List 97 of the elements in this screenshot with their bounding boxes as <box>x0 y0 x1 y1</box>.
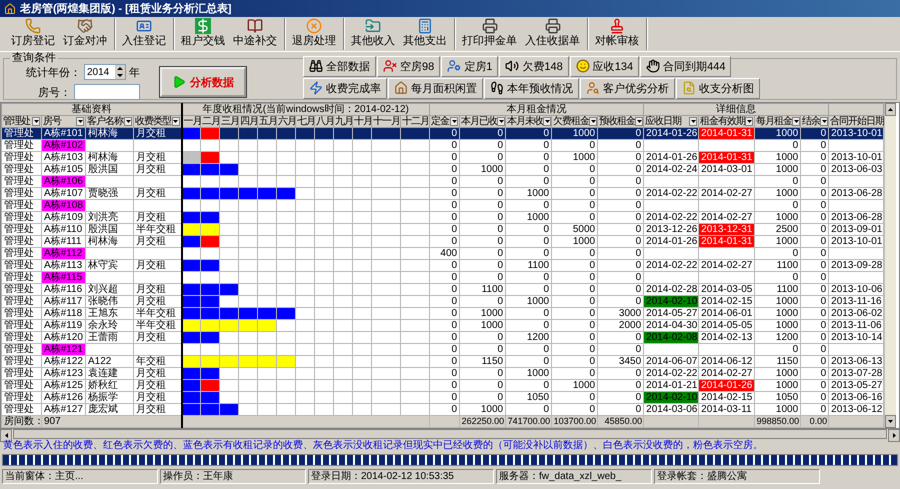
toolbar-button[interactable]: 入住登记 <box>118 18 170 50</box>
table-cell: 2014-02-10 <box>644 296 699 308</box>
group-header: 详细信息 <box>644 104 829 116</box>
totals-cell: 998850.00 <box>754 416 801 428</box>
table-cell: A栋#121 <box>42 344 86 356</box>
table-cell: A栋#102 <box>42 140 86 152</box>
filter-button[interactable]: 欠费148 <box>499 56 569 76</box>
column-label: 应收日期 <box>645 116 682 127</box>
group-header: 年度收租情况(当前windows时间：2014-02-12) <box>182 104 430 116</box>
toolbar-button[interactable]: 订金对冲 <box>59 18 111 50</box>
group-header: 基础资料 <box>2 104 182 116</box>
table-row[interactable]: 管理处 A栋#113 林守宾 月交租 0 0 1100 0 0 2014-02-22 2014-02-27 1100 0 2013-09-28 <box>2 260 884 272</box>
table-row[interactable]: 管理处 A栋#123 袁连建 月交租 0 0 1000 0 0 2014-02-22 2014-02-27 1000 0 2013-07-28 <box>2 368 884 380</box>
toolbar-button[interactable]: 对帐审核 <box>591 18 643 50</box>
column-label: 租金有效期 <box>700 116 746 127</box>
table-row[interactable]: 管理处 A栋#126 杨振学 月交租 0 0 1050 0 0 2014-02-10 2014-02-15 1050 0 2013-06-16 <box>2 392 884 404</box>
window-title: 老房管(两煌集团版) - [租赁业务分析汇总表] <box>20 2 232 16</box>
color-legend-text: 黄色表示入住的收费、红色表示欠费的、蓝色表示有收租记录的收费、灰色表示没收租记录但现实中已经收费的（可能没补以前数据）、白色表示没收费的，粉色表示空房。 <box>2 440 764 452</box>
table-cell: 2014-01-26 <box>698 380 755 392</box>
table-cell: 2014-01-31 <box>698 236 755 248</box>
filter-button[interactable]: 定房1 <box>441 56 498 76</box>
totals-cell: 45850.00 <box>598 416 644 428</box>
table-row[interactable]: 管理处 A栋#108 0 0 0 0 0 0 0 <box>2 200 884 212</box>
status-pane: 登录日期：2014-02-12 10:53:35 <box>308 469 494 484</box>
filter-button[interactable]: 应收134 <box>570 56 640 76</box>
table-row[interactable]: 管理处 A栋#106 0 0 0 0 0 0 0 <box>2 176 884 188</box>
totals-label: 房间数： <box>2 416 42 428</box>
column-label: 欠费租金 <box>553 116 590 127</box>
filter-button[interactable]: 合同到期444 <box>640 56 732 76</box>
column-label: 本月未收 <box>507 116 544 127</box>
column-label: 本月已收 <box>461 116 498 127</box>
panel-title: 查询条件 <box>11 52 57 64</box>
table-row[interactable]: 管理处 A栋#115 0 0 0 0 0 0 0 <box>2 272 884 284</box>
field-label: 年 <box>129 66 140 80</box>
filter-button[interactable]: 客户优劣分析 <box>580 78 675 98</box>
table-cell: 2014-01-31 <box>698 152 755 164</box>
field-label: 房号： <box>38 86 71 100</box>
column-label: 预收租金 <box>599 116 636 127</box>
table-row[interactable]: 管理处 A栋#109 刘洪亮 月交租 0 0 1000 0 0 2014-02-22 2014-02-27 1000 0 2013-06-28 <box>2 212 884 224</box>
column-label: 客户名称 <box>87 116 123 127</box>
table-cell: A栋#112 <box>42 248 86 260</box>
toolbar-button[interactable]: 订房登记 <box>7 18 59 50</box>
filter-button[interactable]: 收支分析图 <box>676 78 760 98</box>
table-cell: 2014-01-31 <box>698 128 755 140</box>
table-row[interactable]: 管理处 A栋#105 殷洪国 月交租 0 1000 0 0 0 2014-02-24 2014-03-01 1000 0 2013-06-03 <box>2 164 884 176</box>
toolbar-button[interactable]: 中途补交 <box>229 18 281 50</box>
status-pane: 服务器：fw_data_xzl_web_ <box>496 469 652 484</box>
totals-cell: 741700.00 <box>506 416 552 428</box>
column-label: 每月租金 <box>756 116 792 127</box>
table-row[interactable]: 管理处 A栋#102 0 0 0 0 0 0 0 <box>2 140 884 152</box>
table-row[interactable]: 管理处 A栋#120 王蕾雨 月交租 0 0 1200 0 0 2014-02-08 2014-02-13 1200 0 2013-10-14 <box>2 332 884 344</box>
table-row[interactable]: 管理处 A栋#122 A122 年交租 0 1150 0 0 3450 2014-06-07 2014-06-12 1150 0 2013-06-13 <box>2 356 884 368</box>
toolbar-button[interactable]: 其他收入 <box>347 18 399 50</box>
group-header: 本月租金情况 <box>430 104 644 116</box>
filter-button[interactable]: 全部数据 <box>303 56 376 76</box>
field-label: 统计年份： <box>26 66 81 80</box>
status-pane: 登录帐套：盛腾公寓 <box>654 469 820 484</box>
table-row[interactable]: 管理处 A栋#117 张晓伟 月交租 0 0 1000 0 0 2014-02-10 2014-02-15 1000 0 2013-11-16 <box>2 296 884 308</box>
column-label: 收费类型 <box>135 116 171 127</box>
year-spinner[interactable]: 2014 <box>84 64 126 80</box>
totals-cell: 103700.00 <box>552 416 598 428</box>
filter-button[interactable]: 收费完成率 <box>303 78 387 98</box>
toolbar-button[interactable]: 租户交钱 <box>177 18 229 50</box>
table-cell: 2013-12-31 <box>698 224 755 236</box>
table-row[interactable]: 管理处 A栋#110 殷洪国 半年交租 0 0 0 5000 0 2013-12-26 2013-12-31 2500 0 2013-09-01 <box>2 224 884 236</box>
table-row[interactable]: 管理处 A栋#118 王旭东 半年交租 0 1000 0 0 3000 2014-05-27 2014-06-01 1000 0 2013-06-02 <box>2 308 884 320</box>
column-label: 合同开始日期 <box>830 116 884 127</box>
column-label: 定金 <box>431 116 450 127</box>
table-row[interactable]: 管理处 A栋#127 庞宏斌 月交租 0 1000 0 0 0 2014-03-06 2014-03-11 1000 0 2013-06-12 <box>2 404 884 416</box>
status-pane: 当前窗体：主页... <box>2 469 158 484</box>
table-row[interactable]: 管理处 A栋#107 贾晓强 月交租 0 0 1000 0 0 2014-02-22 2014-02-27 1000 0 2013-06-28 <box>2 188 884 200</box>
table-row[interactable]: 管理处 A栋#111 柯林海 月交租 0 0 0 1000 0 2014-01-26 2014-01-31 1000 0 2013-10-01 <box>2 236 884 248</box>
table-cell: A栋#108 <box>42 200 86 212</box>
column-label: 房号 <box>43 116 61 127</box>
filter-button[interactable]: 空房98 <box>377 56 440 76</box>
toolbar-button[interactable]: 打印押金单 <box>458 18 521 50</box>
toolbar-button[interactable]: 退房处理 <box>288 18 340 50</box>
column-label: 结余 <box>802 116 820 127</box>
table-row[interactable]: 管理处 A栋#101 柯林海 月交租 0 0 0 1000 0 2014-01-26 2014-01-31 1000 0 2013-10-01 <box>2 128 884 140</box>
table-row[interactable]: 管理处 A栋#121 0 0 0 0 0 0 0 <box>2 344 884 356</box>
toolbar-button[interactable]: 入住收据单 <box>521 18 584 50</box>
totals-cell: 0.00 <box>800 416 829 428</box>
column-label: 管理处 <box>3 116 30 127</box>
filter-button[interactable]: 本年预收情况 <box>484 78 579 98</box>
table-row[interactable]: 管理处 A栋#116 刘兴超 月交租 0 1100 0 0 0 2014-02-28 2014-03-05 1100 0 2013-10-06 <box>2 284 884 296</box>
filter-button[interactable]: 每月面积闲置 <box>388 78 483 98</box>
toolbar-button[interactable]: 其他支出 <box>399 18 451 50</box>
status-pane: 操作员：王年康 <box>160 469 306 484</box>
totals-cell: 262250.00 <box>460 416 506 428</box>
table-cell: A栋#115 <box>42 272 86 284</box>
table-cell: 2014-02-08 <box>644 332 699 344</box>
table-cell: A栋#106 <box>42 176 86 188</box>
table-row[interactable]: 管理处 A栋#112 400 0 0 0 0 0 0 <box>2 248 884 260</box>
table-row[interactable]: 管理处 A栋#119 余永玲 半年交租 0 1000 0 0 2000 2014-04-30 2014-05-05 1000 0 2013-11-06 <box>2 320 884 332</box>
table-row[interactable]: 管理处 A栋#125 娇秋红 月交租 0 0 0 1000 0 2014-01-21 2014-01-26 1000 0 2013-05-27 <box>2 380 884 392</box>
table-row[interactable]: 管理处 A栋#103 柯林海 月交租 0 0 0 1000 0 2014-01-26 2014-01-31 1000 0 2013-10-01 <box>2 152 884 164</box>
table-cell: 2014-02-10 <box>644 392 699 404</box>
